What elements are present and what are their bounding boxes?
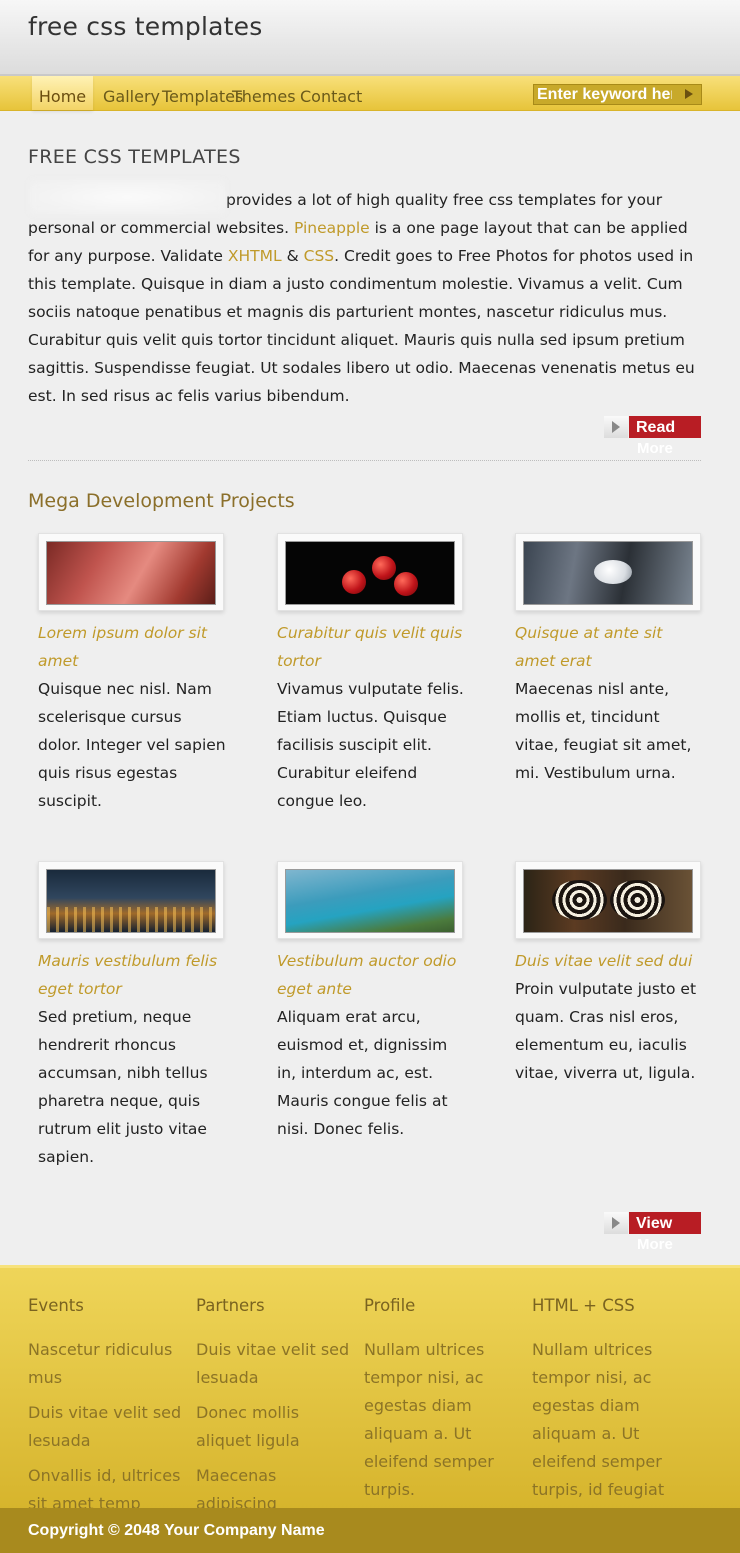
copyright-text: Copyright © 2048 Your Company Name: [28, 1522, 325, 1539]
css-link[interactable]: CSS: [304, 247, 335, 265]
project-thumbnail[interactable]: [38, 533, 224, 611]
main-nav: Home Gallery Templates Themes Contact: [0, 76, 740, 111]
project-text: Vivamus vulputate felis. Etiam luctus. Q…: [277, 680, 464, 810]
project-title[interactable]: Duis vitae velit sed dui: [515, 947, 715, 975]
footer-heading: Events: [28, 1296, 84, 1315]
city-night-photo: [46, 869, 216, 933]
footer-link[interactable]: Duis vitae velit sed lesuada: [196, 1336, 356, 1392]
nav-item-home[interactable]: Home: [32, 76, 93, 110]
project-text: Maecenas nisl ante, mollis et, tincidunt…: [515, 680, 692, 782]
search-box: [533, 84, 702, 105]
footer-heading: Profile: [364, 1296, 416, 1315]
project-title[interactable]: Lorem ipsum dolor sit amet: [38, 619, 228, 675]
project-thumbnail[interactable]: [515, 533, 701, 611]
footer-link[interactable]: Duis vitae velit sed lesuada: [28, 1399, 188, 1455]
search-arrow-icon[interactable]: [685, 89, 693, 99]
nav-item-themes[interactable]: Themes: [232, 87, 296, 106]
project-thumbnail[interactable]: [38, 861, 224, 939]
divider: [28, 460, 701, 461]
footer-link[interactable]: Donec mollis aliquet ligula: [196, 1399, 356, 1455]
project-text: Sed pretium, neque hendrerit rhoncus acc…: [38, 1008, 208, 1166]
project-title[interactable]: Curabitur quis velit quis tortor: [277, 619, 467, 675]
arrow-right-icon: [604, 416, 628, 438]
pineapple-link[interactable]: Pineapple: [294, 219, 370, 237]
intro-title: FREE CSS TEMPLATES: [28, 146, 241, 168]
view-more-button[interactable]: View More: [604, 1212, 701, 1253]
nav-item-contact[interactable]: Contact: [300, 87, 362, 106]
project-thumbnail[interactable]: [277, 533, 463, 611]
footer-link[interactable]: Nascetur ridiculus mus: [28, 1336, 188, 1392]
arrow-right-icon: [604, 1212, 628, 1234]
footer-text: Nullam ultrices tempor nisi, ac egestas …: [532, 1340, 665, 1499]
project-text: Proin vulputate justo et quam. Cras nisl…: [515, 980, 697, 1082]
project-title[interactable]: Quisque at ante sit amet erat: [515, 619, 705, 675]
apples-photo: [285, 541, 455, 605]
project-text: Quisque nec nisl. Nam scelerisque cursus…: [38, 680, 226, 810]
copyright-bar: Copyright © 2048 Your Company Name: [0, 1508, 740, 1553]
footer-heading: Partners: [196, 1296, 265, 1315]
project-title[interactable]: Vestibulum auctor odio eget ante: [277, 947, 467, 1003]
xhtml-link[interactable]: XHTML: [228, 247, 282, 265]
header: free css templates: [0, 0, 740, 76]
read-more-button[interactable]: Read More: [604, 416, 701, 457]
butterfly-photo: [523, 869, 693, 933]
footer: Events Nascetur ridiculus mus Duis vitae…: [0, 1265, 740, 1513]
site-title: free css templates: [28, 12, 263, 41]
stone-photo: [523, 541, 693, 605]
intro-text: provides a lot of high quality free css …: [28, 191, 695, 405]
projects-title: Mega Development Projects: [28, 490, 295, 512]
project-thumbnail[interactable]: [277, 861, 463, 939]
search-input[interactable]: [537, 86, 672, 103]
footer-heading: HTML + CSS: [532, 1296, 635, 1315]
blurred-logo: [30, 180, 225, 214]
project-title[interactable]: Mauris vestibulum felis eget tortor: [38, 947, 228, 1003]
project-thumbnail[interactable]: [515, 861, 701, 939]
interior-photo: [46, 541, 216, 605]
project-text: Aliquam erat arcu, euismod et, dignissim…: [277, 1008, 448, 1138]
coastline-photo: [285, 869, 455, 933]
footer-text: Nullam ultrices tempor nisi, ac egestas …: [364, 1340, 494, 1499]
nav-item-gallery[interactable]: Gallery: [103, 87, 160, 106]
